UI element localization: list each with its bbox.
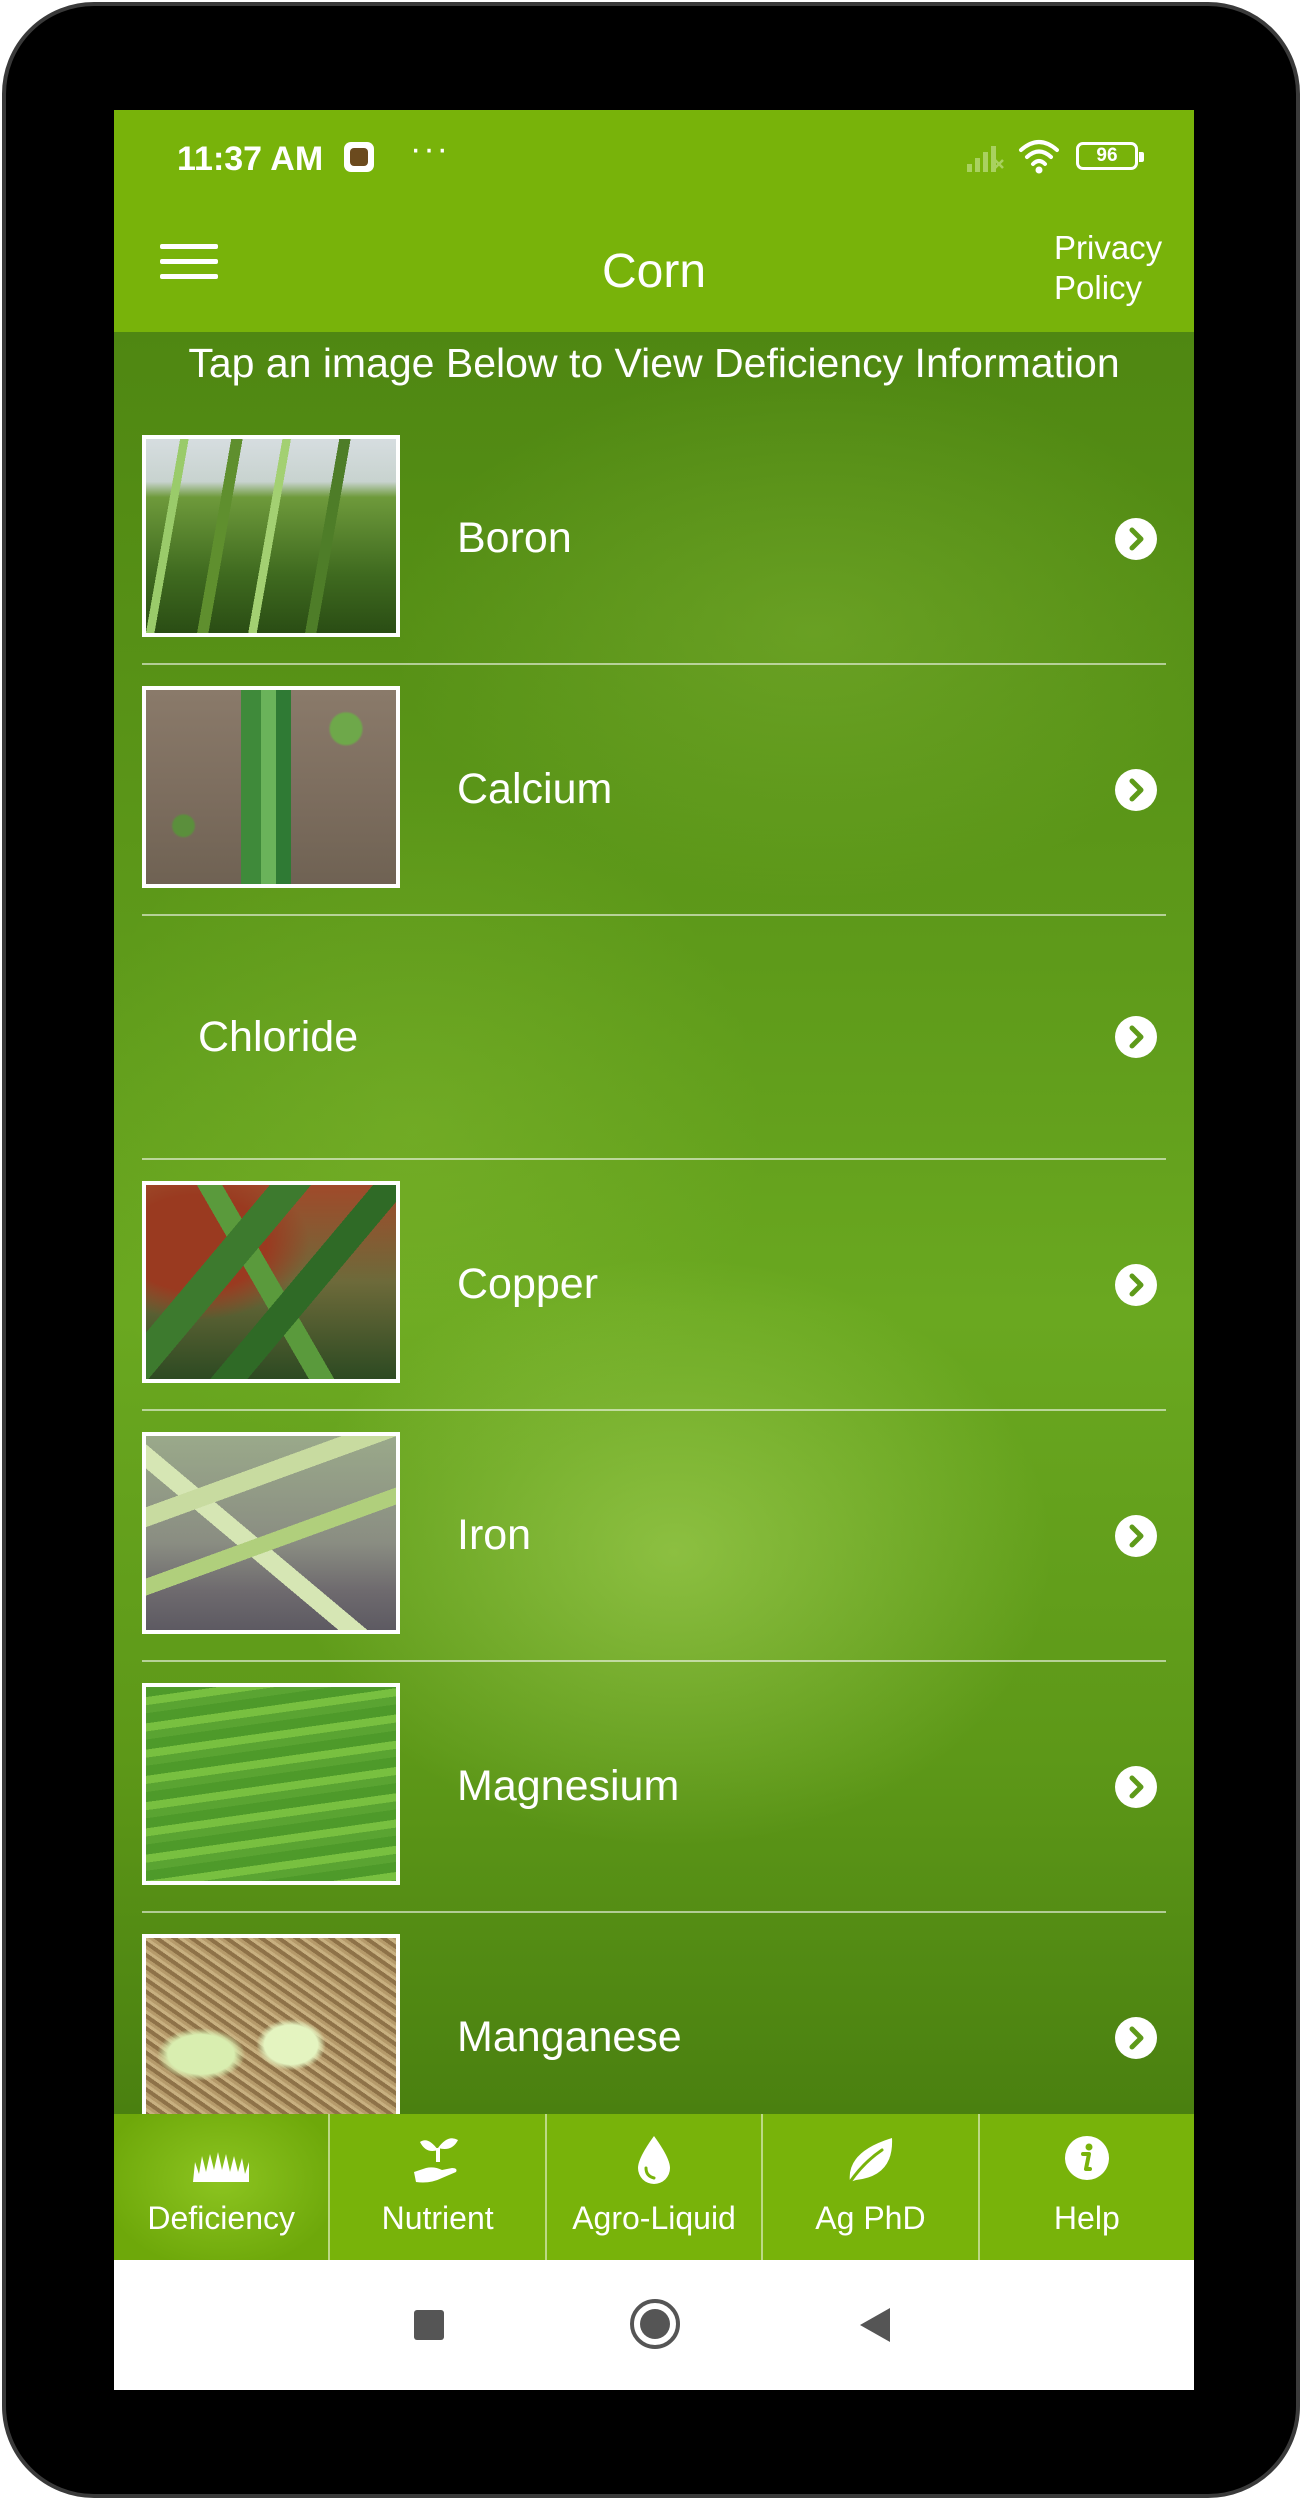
boron-thumbnail[interactable] — [142, 435, 400, 637]
list-item-label: Boron — [457, 514, 572, 562]
info-icon — [1064, 2136, 1109, 2180]
copper-thumbnail[interactable] — [142, 1181, 400, 1383]
tab-label: Nutrient — [381, 2200, 494, 2236]
status-bar: 11:37 AM ··· 96 — [114, 110, 1194, 208]
seedling-hand-icon — [413, 2138, 458, 2183]
tab-ag-phd[interactable]: Ag PhD — [761, 2114, 977, 2260]
battery-icon: 96 — [1076, 142, 1144, 170]
chevron-right-icon[interactable] — [1115, 1263, 1157, 1306]
signal-icon — [967, 146, 1004, 172]
bottom-navigation: Deficiency Nutrient Agro-Liquid Ag PhD H… — [114, 2114, 1194, 2260]
home-button[interactable] — [629, 2298, 681, 2350]
back-button[interactable] — [858, 2306, 892, 2344]
tab-agro-liquid[interactable]: Agro-Liquid — [544, 2114, 761, 2260]
list-item-manganese[interactable]: Manganese — [142, 1913, 1166, 2114]
chevron-right-icon[interactable] — [1115, 517, 1157, 560]
recents-button[interactable] — [414, 2310, 444, 2340]
chevron-right-icon[interactable] — [1115, 768, 1157, 811]
deficiency-list: Boron Calcium Chloride Copper Iron Magne… — [142, 414, 1166, 2114]
tab-help[interactable]: Help — [977, 2114, 1194, 2260]
tab-label: Help — [1053, 2200, 1120, 2236]
tab-label: Ag PhD — [815, 2200, 926, 2236]
droplet-icon — [638, 2136, 671, 2184]
status-time: 11:37 AM — [177, 140, 324, 178]
page-title: Corn — [601, 245, 707, 298]
tab-label: Deficiency — [147, 2200, 295, 2236]
list-item-chloride[interactable]: Chloride — [142, 916, 1166, 1160]
list-item-label: Manganese — [457, 2013, 682, 2061]
iron-thumbnail[interactable] — [142, 1432, 400, 1634]
list-item-label: Iron — [457, 1511, 532, 1559]
list-item-label: Calcium — [457, 765, 613, 813]
manganese-thumbnail[interactable] — [142, 1934, 400, 2114]
chevron-right-icon[interactable] — [1115, 1016, 1157, 1058]
list-item-iron[interactable]: Iron — [142, 1411, 1166, 1662]
grass-icon — [193, 2152, 250, 2182]
notification-app-icon — [344, 142, 374, 172]
screen: 11:37 AM ··· 96 Corn Privacy Policy Tap … — [114, 110, 1194, 2390]
list-item-label: Copper — [457, 1260, 599, 1308]
chevron-right-icon[interactable] — [1115, 2016, 1157, 2059]
app-toolbar: Corn Privacy Policy — [114, 208, 1194, 332]
list-item-label: Magnesium — [457, 1762, 680, 1810]
list-item-label: Chloride — [198, 1012, 359, 1061]
status-overflow-dots: ··· — [410, 130, 450, 168]
chevron-right-icon[interactable] — [1115, 1765, 1157, 1808]
device-frame: 11:37 AM ··· 96 Corn Privacy Policy Tap … — [0, 0, 1304, 2501]
list-item-calcium[interactable]: Calcium — [142, 665, 1166, 916]
wifi-icon — [1019, 140, 1059, 174]
tab-deficiency[interactable]: Deficiency — [114, 2114, 329, 2260]
deficiency-list-area: Tap an image Below to View Deficiency In… — [114, 332, 1194, 2114]
magnesium-thumbnail[interactable] — [142, 1683, 400, 1885]
list-item-boron[interactable]: Boron — [142, 414, 1166, 665]
leaf-icon — [848, 2138, 893, 2184]
calcium-thumbnail[interactable] — [142, 686, 400, 888]
list-item-copper[interactable]: Copper — [142, 1160, 1166, 1411]
instruction-text: Tap an image Below to View Deficiency In… — [188, 340, 1120, 386]
tab-label: Agro-Liquid — [572, 2200, 736, 2236]
system-navigation-bar — [114, 2260, 1194, 2390]
list-item-magnesium[interactable]: Magnesium — [142, 1662, 1166, 1913]
chevron-right-icon[interactable] — [1115, 1514, 1157, 1557]
tab-nutrient[interactable]: Nutrient — [328, 2114, 544, 2260]
privacy-policy-link[interactable]: Privacy Policy — [1054, 228, 1174, 308]
